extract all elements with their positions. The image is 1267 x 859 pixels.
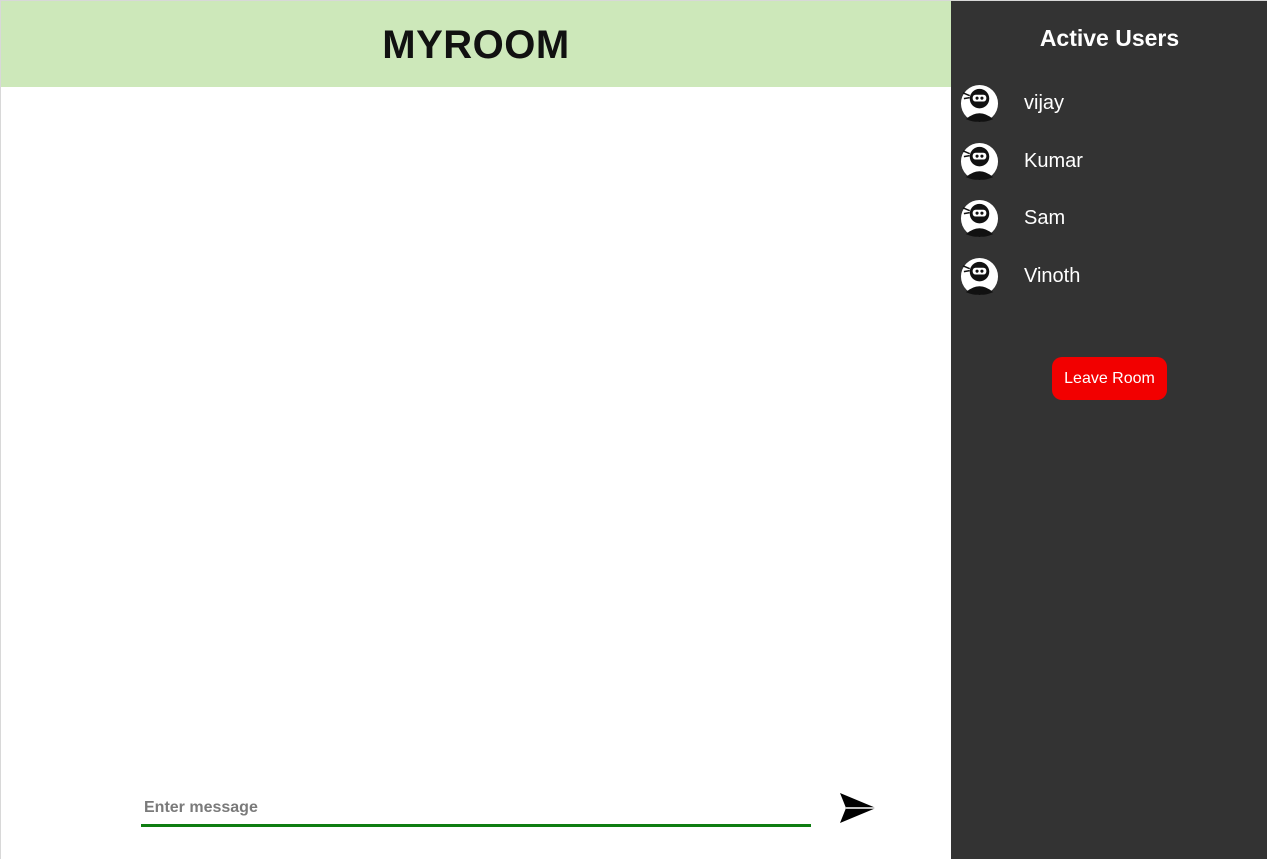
message-input[interactable] bbox=[141, 779, 811, 827]
leave-room-button[interactable]: Leave Room bbox=[1052, 357, 1167, 400]
ninja-avatar-icon bbox=[960, 142, 999, 180]
sidebar-title: Active Users bbox=[1039, 25, 1180, 51]
user-name: vijay bbox=[1024, 92, 1065, 114]
room-title: MYROOM bbox=[382, 22, 570, 67]
user-item[interactable]: vijay bbox=[960, 84, 1260, 123]
chat-app: MYROOM Active Users bbox=[0, 0, 1267, 859]
chat-panel: MYROOM bbox=[1, 1, 951, 859]
ninja-avatar-icon bbox=[960, 84, 999, 123]
message-composer bbox=[141, 779, 813, 829]
active-users-sidebar: Active Users vijay Kumar Sam Vinoth Leav… bbox=[951, 1, 1267, 859]
user-name: Sam bbox=[1024, 207, 1066, 229]
ninja-avatar-icon bbox=[960, 257, 999, 295]
chat-header: MYROOM bbox=[1, 1, 951, 87]
send-button[interactable] bbox=[837, 789, 879, 827]
user-item[interactable]: Vinoth bbox=[960, 257, 1260, 296]
user-name: Vinoth bbox=[1024, 264, 1081, 287]
ninja-avatar-icon bbox=[960, 199, 999, 238]
send-arrow-icon bbox=[840, 793, 876, 823]
user-item[interactable]: Kumar bbox=[960, 142, 1260, 181]
user-list: vijay Kumar Sam Vinoth bbox=[960, 84, 1260, 314]
message-list[interactable] bbox=[1, 87, 951, 767]
user-item[interactable]: Sam bbox=[960, 199, 1260, 238]
user-name: Kumar bbox=[1024, 149, 1083, 172]
